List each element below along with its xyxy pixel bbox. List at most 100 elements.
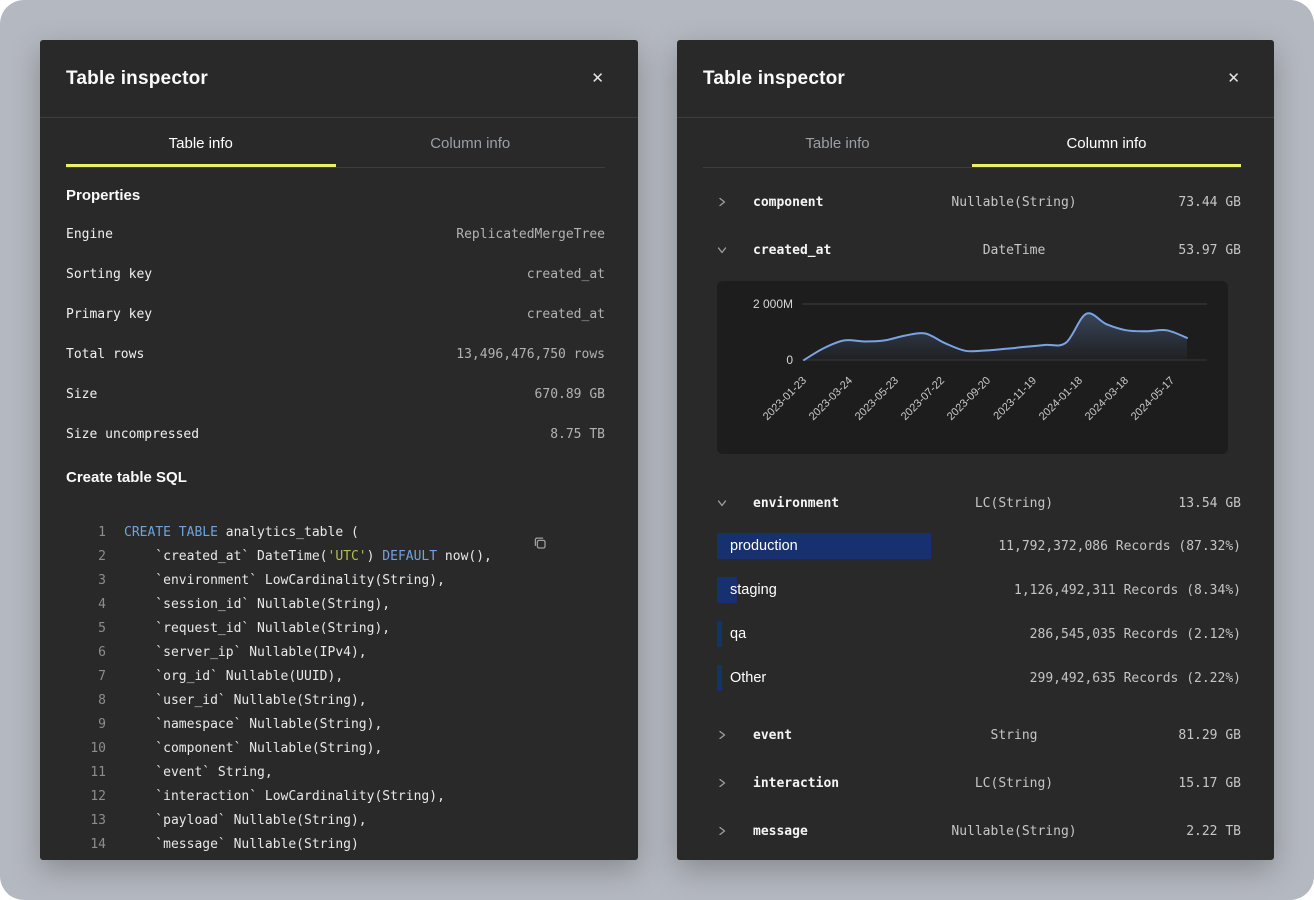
property-value: created_at (527, 267, 605, 282)
properties-heading: Properties (66, 180, 605, 210)
column-type: Nullable(String) (927, 195, 1101, 210)
close-icon[interactable]: ✕ (1223, 67, 1244, 90)
property-value: ReplicatedMergeTree (456, 227, 605, 242)
column-row-environment[interactable]: environmentLC(String)13.54 GB (703, 479, 1241, 527)
sql-line: 4 `session_id` Nullable(String), (66, 593, 605, 617)
column-name: interaction (753, 776, 927, 791)
line-number: 13 (66, 809, 106, 833)
svg-text:2 000M: 2 000M (753, 297, 793, 311)
svg-text:2023-03-24: 2023-03-24 (807, 375, 855, 423)
tab-column-info[interactable]: Column info (972, 118, 1241, 167)
tab-table-info[interactable]: Table info (66, 118, 336, 167)
svg-text:2023-05-23: 2023-05-23 (853, 375, 901, 423)
column-size: 81.29 GB (1101, 728, 1241, 743)
table-inspector-modal-column-info: Table inspector ✕ Table info Column info… (677, 40, 1274, 860)
column-name: created_at (753, 243, 927, 258)
line-number: 12 (66, 785, 106, 809)
sql-line: 8 `user_id` Nullable(String), (66, 689, 605, 713)
sql-line: 11 `event` String, (66, 761, 605, 785)
line-number: 8 (66, 689, 106, 713)
property-row: EngineReplicatedMergeTree (66, 214, 605, 254)
property-label: Total rows (66, 347, 144, 362)
svg-text:2023-11-19: 2023-11-19 (991, 375, 1039, 423)
property-label: Size uncompressed (66, 427, 199, 442)
value-label: Other (730, 670, 766, 686)
sql-line: 9 `namespace` Nullable(String), (66, 713, 605, 737)
column-size: 15.17 GB (1101, 776, 1241, 791)
create-table-sql-heading: Create table SQL (66, 462, 605, 492)
chevron-down-icon[interactable] (717, 245, 753, 255)
property-row: Sorting key created_at (66, 254, 605, 294)
column-size: 73.44 GB (1101, 195, 1241, 210)
value-bar (717, 621, 722, 647)
property-value: 8.75 TB (550, 427, 605, 442)
line-number: 9 (66, 713, 106, 737)
value-bar (717, 665, 722, 691)
modal-header: Table inspector ✕ (40, 40, 638, 118)
tab-column-info[interactable]: Column info (336, 118, 606, 167)
property-row: Size 670.89 GB (66, 374, 605, 414)
chevron-right-icon[interactable] (717, 826, 753, 836)
line-number: 2 (66, 545, 106, 569)
line-number: 4 (66, 593, 106, 617)
property-label: Size (66, 387, 97, 402)
chevron-down-icon[interactable] (717, 498, 753, 508)
close-icon[interactable]: ✕ (587, 67, 608, 90)
chevron-right-icon[interactable] (717, 730, 753, 740)
column-row-created_at[interactable]: created_atDateTime53.97 GB (703, 226, 1241, 274)
column-type: LC(String) (927, 776, 1101, 791)
column-name: message (753, 824, 927, 839)
line-number: 6 (66, 641, 106, 665)
svg-text:0: 0 (786, 353, 793, 367)
sql-line: 1CREATE TABLE analytics_table ( (66, 521, 605, 545)
table-inspector-modal-table-info: Table inspector ✕ Table info Column info… (40, 40, 638, 860)
value-records: 286,545,035 Records (2.12%) (1030, 627, 1241, 642)
column-row-interaction[interactable]: interactionLC(String)15.17 GB (703, 759, 1241, 807)
line-number: 14 (66, 833, 106, 857)
svg-text:2024-01-18: 2024-01-18 (1037, 375, 1085, 423)
value-distribution: production11,792,372,086 Records (87.32%… (703, 533, 1241, 691)
svg-text:2023-09-20: 2023-09-20 (945, 375, 993, 423)
line-number: 11 (66, 761, 106, 785)
page-title: Table inspector (703, 68, 845, 90)
property-label: Primary key (66, 307, 152, 322)
column-size: 53.97 GB (1101, 243, 1241, 258)
property-row: Size uncompressed 8.75 TB (66, 414, 605, 454)
property-value: created_at (527, 307, 605, 322)
line-number: 1 (66, 521, 106, 545)
property-label: Sorting key (66, 267, 152, 282)
sql-line: 3 `environment` LowCardinality(String), (66, 569, 605, 593)
column-row-event[interactable]: eventString81.29 GB (703, 711, 1241, 759)
value-row-production: production11,792,372,086 Records (87.32%… (717, 533, 1241, 559)
value-row-staging: staging1,126,492,311 Records (8.34%) (717, 577, 1241, 603)
value-label: production (730, 538, 798, 554)
sql-line: 10 `component` Nullable(String), (66, 737, 605, 761)
chevron-right-icon[interactable] (717, 197, 753, 207)
chevron-right-icon[interactable] (717, 778, 753, 788)
column-size: 13.54 GB (1101, 496, 1241, 511)
sql-line: 15) ENGINE = ReplicatedMergeTree('/click… (66, 857, 605, 860)
column-type: DateTime (927, 243, 1101, 258)
modal-header: Table inspector ✕ (677, 40, 1274, 118)
property-row: Primary key created_at (66, 294, 605, 334)
line-number: 5 (66, 617, 106, 641)
page-background: Table inspector ✕ Table info Column info… (0, 0, 1314, 900)
column-name: event (753, 728, 927, 743)
column-row-message[interactable]: messageNullable(String)2.22 TB (703, 807, 1241, 855)
line-number: 3 (66, 569, 106, 593)
column-type: LC(String) (927, 496, 1101, 511)
column-row-component[interactable]: componentNullable(String)73.44 GB (703, 178, 1241, 226)
value-row-other: Other 299,492,635 Records (2.22%) (717, 665, 1241, 691)
sql-line: 13 `payload` Nullable(String), (66, 809, 605, 833)
properties-list: EngineReplicatedMergeTree Sorting key crea… (66, 214, 605, 454)
tab-bar: Table info Column info (66, 118, 605, 168)
property-value: 670.89 GB (535, 387, 605, 402)
value-records: 299,492,635 Records (2.22%) (1030, 671, 1241, 686)
tab-table-info[interactable]: Table info (703, 118, 972, 167)
sql-line: 7 `org_id` Nullable(UUID), (66, 665, 605, 689)
copy-icon[interactable] (530, 533, 550, 556)
line-number: 15 (66, 857, 106, 860)
value-records: 1,126,492,311 Records (8.34%) (1014, 583, 1241, 598)
svg-text:2023-01-23: 2023-01-23 (761, 375, 809, 423)
value-label: qa (730, 626, 746, 642)
